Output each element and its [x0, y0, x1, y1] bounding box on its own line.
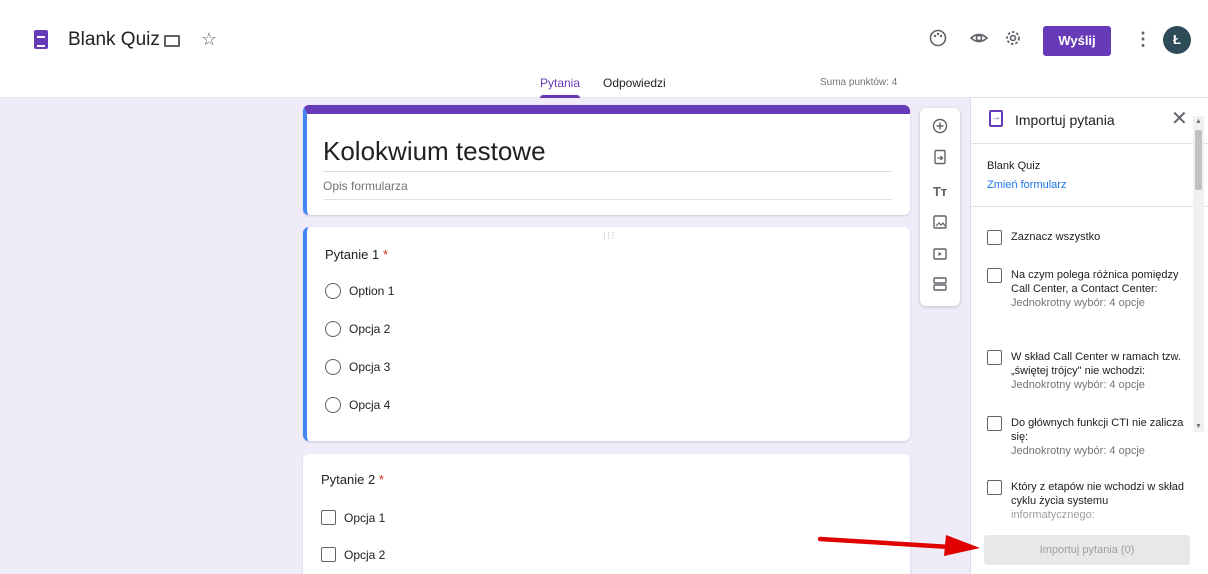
forms-logo-icon[interactable]: [34, 30, 48, 49]
title-text-icon[interactable]: Tт: [920, 182, 960, 202]
tab-answers[interactable]: Odpowiedzi: [603, 76, 666, 90]
red-arrow-annotation: [818, 535, 980, 556]
checkbox-icon[interactable]: [987, 230, 1002, 245]
folder-icon[interactable]: [164, 35, 180, 47]
change-form-link[interactable]: Zmień formularz: [987, 179, 1066, 191]
form-description-field[interactable]: Opis formularza: [323, 179, 408, 193]
send-button[interactable]: Wyślij: [1043, 26, 1111, 56]
option-radio[interactable]: Opcja 4: [325, 396, 390, 414]
questions-list: Zaznacz wszystko Na czym polega różnica …: [971, 214, 1193, 528]
avatar[interactable]: Ł: [1163, 26, 1191, 54]
top-bar: Blank Quiz ☆ Wyślij ⋮ Ł Pytania Odpowied…: [0, 0, 1208, 98]
tab-questions[interactable]: Pytania: [540, 76, 581, 98]
total-points: Suma punktów: 4: [820, 77, 898, 88]
checkbox-icon[interactable]: [987, 480, 1002, 495]
question-card-2[interactable]: Pytanie 2 * Opcja 1 Opcja 2: [303, 454, 910, 574]
form-title[interactable]: Kolokwium testowe: [323, 136, 546, 167]
divider: [323, 199, 892, 200]
required-mark: *: [382, 247, 388, 262]
import-questions-icon[interactable]: [920, 149, 960, 170]
add-question-icon[interactable]: [920, 118, 960, 139]
video-icon[interactable]: [920, 246, 960, 267]
star-icon[interactable]: ☆: [201, 28, 217, 50]
document-title[interactable]: Blank Quiz: [68, 29, 160, 51]
more-options-icon[interactable]: ⋮: [1134, 28, 1152, 50]
import-icon: →: [989, 110, 1003, 127]
divider: [323, 171, 892, 172]
scroll-down-icon[interactable]: ▼: [1195, 423, 1202, 430]
radio-icon[interactable]: [325, 396, 341, 413]
checkbox-icon[interactable]: [987, 350, 1002, 365]
form-editor-canvas: Kolokwium testowe Opis formularza ⁝⁝⁝ Py…: [0, 98, 970, 574]
floating-toolbar: Tт: [920, 108, 960, 306]
section-icon[interactable]: [920, 276, 960, 297]
radio-icon[interactable]: [325, 320, 341, 337]
option-radio[interactable]: Opcja 3: [325, 358, 390, 376]
radio-icon[interactable]: [325, 358, 341, 375]
checkbox-icon[interactable]: [987, 416, 1002, 431]
required-mark: *: [378, 472, 384, 487]
form-title-card[interactable]: Kolokwium testowe Opis formularza: [303, 105, 910, 215]
radio-icon[interactable]: [325, 282, 341, 299]
checkbox-icon[interactable]: [987, 268, 1002, 283]
image-icon[interactable]: [920, 214, 960, 235]
option-checkbox[interactable]: Opcja 2: [321, 546, 385, 564]
settings-gear-icon[interactable]: [1003, 28, 1023, 53]
checkbox-icon[interactable]: [321, 510, 336, 526]
option-radio[interactable]: Opcja 2: [325, 320, 390, 338]
palette-icon[interactable]: [928, 28, 948, 53]
option-checkbox[interactable]: Opcja 1: [321, 509, 385, 527]
preview-eye-icon[interactable]: [969, 28, 989, 53]
panel-header: → Importuj pytania ✕: [971, 98, 1208, 144]
source-form-name: Blank Quiz: [987, 160, 1041, 172]
divider: [971, 206, 1208, 207]
scroll-up-icon[interactable]: ▲: [1195, 118, 1202, 125]
scroll-thumb[interactable]: [1195, 130, 1202, 190]
option-radio[interactable]: Option 1: [325, 282, 394, 300]
import-questions-button[interactable]: Importuj pytania (0): [984, 535, 1190, 565]
panel-scrollbar[interactable]: ▲ ▼: [1193, 116, 1204, 432]
drag-handle-icon[interactable]: ⁝⁝⁝: [603, 231, 616, 242]
question-title: Pytanie 1 *: [325, 247, 388, 262]
panel-title: Importuj pytania: [1015, 112, 1115, 128]
question-card-1[interactable]: ⁝⁝⁝ Pytanie 1 * Option 1 Opcja 2 Opcja 3…: [303, 227, 910, 441]
checkbox-icon[interactable]: [321, 547, 336, 563]
question-title: Pytanie 2 *: [321, 472, 384, 487]
close-icon[interactable]: ✕: [1171, 108, 1188, 130]
import-questions-panel: → Importuj pytania ✕ Blank Quiz Zmień fo…: [970, 98, 1208, 574]
